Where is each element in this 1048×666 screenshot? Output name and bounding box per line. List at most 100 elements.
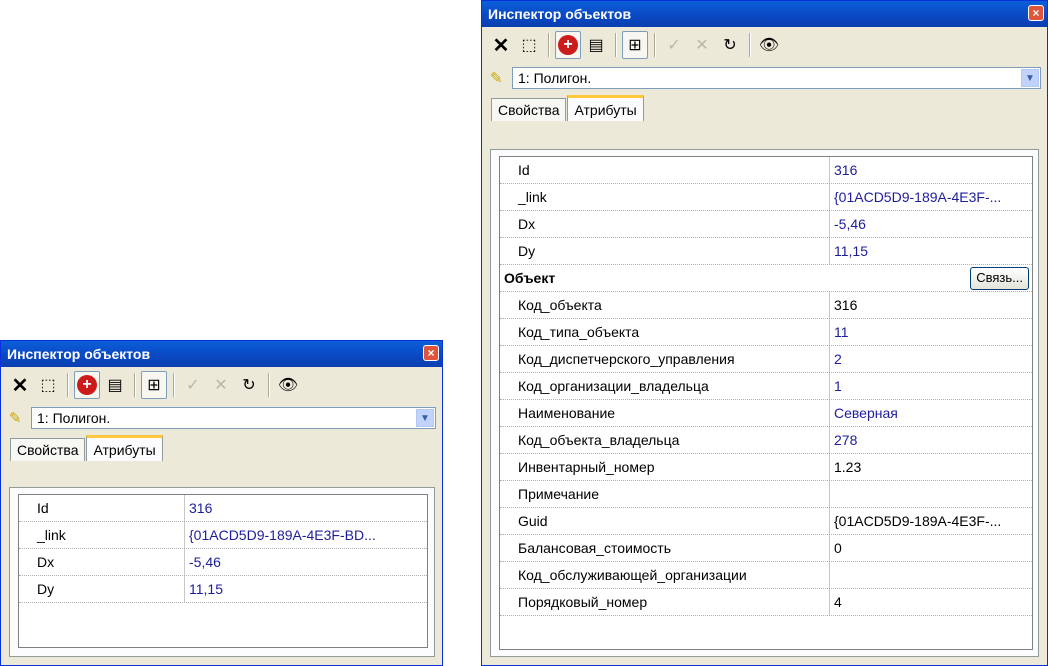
tab-properties[interactable]: Свойства [491,98,567,121]
table-row[interactable]: Код_обслуживающей_организации [500,562,1032,589]
table-row[interactable]: Балансовая_стоимость 0 [500,535,1032,562]
table-row[interactable]: Dy 11,15 [19,576,427,603]
row-value[interactable]: 1.23 [830,454,1032,480]
toolbar-separator [548,33,549,57]
row-value[interactable]: Северная [830,400,1032,426]
target-icon: + [77,375,97,395]
object-inspector-window-large: Инспектор объектов × ✕ ⬚ + ▤ ⊞ ✓ ✕ ↻ 👁 ✎… [481,0,1048,666]
row-value[interactable]: 0 [830,535,1032,561]
row-name: Id [500,157,830,183]
row-name: Порядковый_номер [500,589,830,615]
row-value[interactable]: {01ACD5D9-189A-4E3F-BD... [185,522,427,548]
row-value[interactable]: 316 [830,157,1032,183]
row-value[interactable]: 11,15 [830,238,1032,264]
table-row[interactable]: Инвентарный_номер 1.23 [500,454,1032,481]
row-value[interactable]: -5,46 [185,549,427,575]
close-button[interactable]: × [423,345,439,361]
toolbar: ✕ ⬚ + ▤ ⊞ ✓ ✕ ↻ 👁 [482,27,1047,63]
toolbar-separator [173,373,174,397]
object-selector-value: 1: Полигон. [37,410,111,426]
table-row[interactable]: _link {01ACD5D9-189A-4E3F-BD... [19,522,427,549]
structure-tree-icon[interactable]: ⊞ [622,31,648,59]
toolbar-separator [749,33,750,57]
select-cursor-icon[interactable]: ⬚ [35,371,61,399]
table-row[interactable]: Id 316 [500,157,1032,184]
row-value[interactable]: 11,15 [185,576,427,602]
table-row[interactable]: Dx -5,46 [19,549,427,576]
close-button[interactable]: × [1028,5,1044,21]
eye-icon[interactable]: 👁 [275,371,301,399]
structure-tree-icon[interactable]: ⊞ [141,371,167,399]
row-value[interactable]: 4 [830,589,1032,615]
row-name: _link [500,184,830,210]
eye-icon[interactable]: 👁 [756,31,782,59]
row-value[interactable]: 2 [830,346,1032,372]
table-row[interactable]: Порядковый_номер 4 [500,589,1032,616]
tab-attributes[interactable]: Атрибуты [86,435,163,461]
window-title: Инспектор объектов [488,6,632,22]
row-name: Dy [500,238,830,264]
row-value[interactable]: {01ACD5D9-189A-4E3F-... [830,508,1032,534]
target-button[interactable]: + [555,31,581,59]
row-name: Код_объекта [500,292,830,318]
table-row[interactable]: Код_типа_объекта 11 [500,319,1032,346]
row-value[interactable]: 11 [830,319,1032,345]
toolbar: ✕ ⬚ + ▤ ⊞ ✓ ✕ ↻ 👁 [1,367,442,403]
row-name: Балансовая_стоимость [500,535,830,561]
select-cursor-icon[interactable]: ⬚ [516,31,542,59]
table-row[interactable]: Dx -5,46 [500,211,1032,238]
tab-panel: Id 316 _link {01ACD5D9-189A-4E3F-BD... D… [9,487,435,657]
chevron-down-icon[interactable]: ▼ [416,409,434,427]
row-value[interactable]: 278 [830,427,1032,453]
chevron-down-icon[interactable]: ▼ [1021,69,1039,87]
tab-attributes[interactable]: Атрибуты [567,95,644,121]
table-row[interactable]: Код_диспетчерского_управления 2 [500,346,1032,373]
row-name: Код_обслуживающей_организации [500,562,830,588]
row-name: Dx [500,211,830,237]
tab-panel: Id 316 _link {01ACD5D9-189A-4E3F-... Dx … [490,149,1039,657]
delete-cross-icon[interactable]: ✕ [7,371,33,399]
title-bar[interactable]: Инспектор объектов × [1,341,442,367]
attribute-grid: Id 316 _link {01ACD5D9-189A-4E3F-BD... D… [18,494,428,648]
table-row[interactable]: _link {01ACD5D9-189A-4E3F-... [500,184,1032,211]
row-value[interactable] [830,481,1032,507]
link-button[interactable]: Связь... [970,267,1029,290]
table-row[interactable]: Id 316 [19,495,427,522]
row-name: Код_организации_владельца [500,373,830,399]
refresh-icon[interactable]: ↻ [717,31,743,59]
object-selector[interactable]: 1: Полигон. ▼ [31,407,436,429]
row-value[interactable]: 316 [830,292,1032,318]
window-title: Инспектор объектов [7,346,151,362]
table-row[interactable]: Guid {01ACD5D9-189A-4E3F-... [500,508,1032,535]
target-button[interactable]: + [74,371,100,399]
delete-cross-icon[interactable]: ✕ [488,31,514,59]
row-value[interactable]: 316 [185,495,427,521]
table-row[interactable]: Примечание [500,481,1032,508]
tab-properties[interactable]: Свойства [10,438,86,461]
cancel-x-icon[interactable]: ✕ [208,371,234,399]
row-value[interactable] [830,562,1032,588]
table-row[interactable]: Код_организации_владельца 1 [500,373,1032,400]
table-row[interactable]: Код_объекта 316 [500,292,1032,319]
table-row[interactable]: Dy 11,15 [500,238,1032,265]
properties-card-icon[interactable]: ▤ [102,371,128,399]
section-title: Объект [504,270,556,286]
object-selector-row: ✎ 1: Полигон. ▼ [482,63,1047,93]
title-bar[interactable]: Инспектор объектов × [482,1,1047,27]
target-icon: + [558,35,578,55]
row-name: Примечание [500,481,830,507]
apply-check-icon[interactable]: ✓ [180,371,206,399]
row-value[interactable]: {01ACD5D9-189A-4E3F-... [830,184,1032,210]
object-selector[interactable]: 1: Полигон. ▼ [512,67,1041,89]
cancel-x-icon[interactable]: ✕ [689,31,715,59]
table-row[interactable]: Наименование Северная [500,400,1032,427]
row-value[interactable]: 1 [830,373,1032,399]
properties-card-icon[interactable]: ▤ [583,31,609,59]
toolbar-separator [615,33,616,57]
row-value[interactable]: -5,46 [830,211,1032,237]
refresh-icon[interactable]: ↻ [236,371,262,399]
apply-check-icon[interactable]: ✓ [661,31,687,59]
row-name: Код_типа_объекта [500,319,830,345]
section-header-object[interactable]: Объект Связь... [500,265,1032,292]
table-row[interactable]: Код_объекта_владельца 278 [500,427,1032,454]
